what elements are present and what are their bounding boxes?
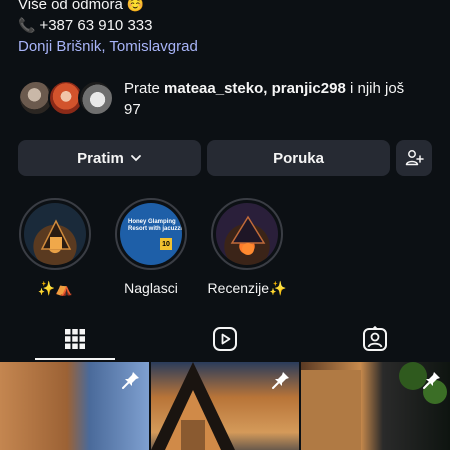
post-thumbnail[interactable] [301, 362, 450, 450]
posts-grid [0, 362, 450, 450]
add-person-icon [405, 150, 424, 166]
followed-by-text[interactable]: Prate mateaa_steko, pranjic298 i njih jo… [124, 78, 424, 120]
rating-badge: 10 [160, 238, 172, 250]
bio-tagline-text: Više od odmora [18, 0, 123, 13]
highlight-3[interactable]: Recenzije✨ [208, 198, 286, 297]
grid-icon [65, 329, 85, 349]
followed-by-users: mateaa_steko, pranjic298 [164, 80, 346, 97]
highlight-cover: Honey Glamping Resort with jacuzzi 10 [120, 203, 182, 265]
reels-icon [213, 327, 237, 351]
phone-emoji-icon: 📞 [18, 17, 36, 33]
post-thumbnail[interactable] [0, 362, 149, 450]
followed-by-section[interactable]: Prate mateaa_steko, pranjic298 i njih jo… [18, 78, 424, 120]
highlight-card-text: Honey Glamping Resort with jacuzzi [128, 219, 182, 232]
cabin-illustration [40, 219, 72, 250]
highlight-1[interactable]: ✨⛺ [16, 198, 94, 297]
chevron-down-icon [130, 155, 141, 162]
profile-bio: Više od odmora ☺️ 📞 +387 63 910 333 Donj… [18, 0, 198, 57]
suggest-people-button[interactable] [396, 140, 432, 176]
highlight-cover [24, 203, 86, 265]
follower-avatars[interactable] [18, 78, 118, 118]
highlight-2[interactable]: Honey Glamping Resort with jacuzzi 10 Na… [112, 198, 190, 297]
pin-icon [121, 372, 139, 389]
highlight-label: Recenzije✨ [207, 280, 287, 296]
tagged-icon [363, 326, 387, 351]
bio-phone-number: +387 63 910 333 [39, 17, 153, 34]
following-button-label: Pratim [77, 149, 124, 167]
smile-emoji-icon: ☺️ [126, 0, 145, 12]
message-button-label: Poruka [273, 149, 324, 167]
bio-tagline: Više od odmora ☺️ [18, 0, 198, 15]
followed-by-prefix: Prate [124, 80, 165, 97]
tab-posts[interactable] [0, 318, 150, 360]
highlight-label: Naglasci [124, 280, 178, 296]
message-button[interactable]: Poruka [207, 140, 390, 176]
following-button[interactable]: Pratim [18, 140, 201, 176]
highlight-label: ✨⛺ [37, 280, 73, 296]
pin-icon [272, 372, 290, 389]
cabin-illustration [230, 215, 266, 255]
bio-location-link[interactable]: Donji Brišnik, Tomislavgrad [18, 36, 198, 57]
pin-icon [423, 372, 441, 389]
highlight-ring [19, 198, 91, 270]
post-thumbnail[interactable] [150, 362, 300, 450]
highlight-ring: Honey Glamping Resort with jacuzzi 10 [115, 198, 187, 270]
tab-reels[interactable] [150, 318, 300, 360]
tab-tagged[interactable] [300, 318, 450, 360]
story-highlights: ✨⛺ Honey Glamping Resort with jacuzzi 10… [16, 198, 286, 297]
bio-phone: 📞 +387 63 910 333 [18, 15, 198, 36]
highlight-cover [216, 203, 278, 265]
highlight-ring [211, 198, 283, 270]
avatar [78, 80, 114, 116]
profile-actions: Pratim Poruka [18, 140, 432, 176]
profile-tabs [0, 318, 450, 360]
